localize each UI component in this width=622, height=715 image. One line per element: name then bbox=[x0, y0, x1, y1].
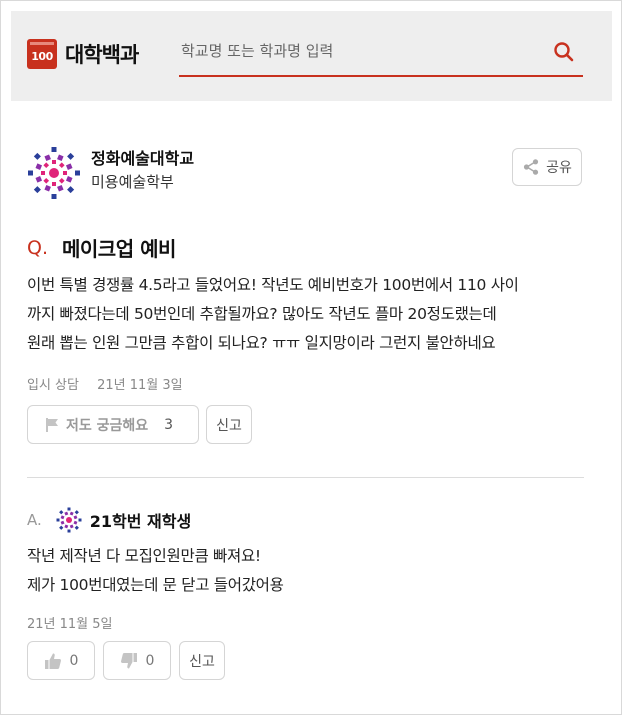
search-icon bbox=[554, 42, 574, 62]
answer-header: A. 21학번 재학생 bbox=[27, 507, 191, 533]
search-input[interactable] bbox=[179, 33, 521, 69]
share-label: 공유 bbox=[546, 160, 572, 176]
question-body-line: 까지 빠졌다는데 50번인데 추합될까요? 많아도 작년도 플마 20정도랬는데 bbox=[27, 305, 497, 323]
answer-body-line: 작년 제작년 다 모집인원만큼 빠져요! bbox=[27, 547, 261, 565]
question-category: 입시 상담 bbox=[27, 378, 79, 393]
search-bar bbox=[179, 33, 583, 77]
like-count: 0 bbox=[69, 652, 79, 669]
answer-mark-label: A. bbox=[27, 511, 42, 529]
answer-date: 21년 11월 5일 bbox=[27, 617, 113, 632]
answer-body-line: 제가 100번대였는데 문 닫고 들어갔어용 bbox=[27, 576, 284, 594]
school-department[interactable]: 미용예술학부 bbox=[91, 170, 194, 194]
report-question-button[interactable]: 신고 bbox=[206, 405, 252, 444]
question-title: 메이크업 예비 bbox=[62, 237, 176, 261]
question-meta: 입시 상담 21년 11월 3일 bbox=[27, 374, 183, 393]
question-mark-label: Q. bbox=[27, 236, 48, 259]
site-logo[interactable]: 100 대학백과 bbox=[27, 39, 139, 69]
flag-icon bbox=[46, 417, 58, 432]
thumbs-down-icon bbox=[120, 652, 137, 668]
report-answer-button[interactable]: 신고 bbox=[179, 641, 225, 680]
thumbs-up-icon bbox=[44, 653, 61, 669]
answerer-avatar-icon bbox=[56, 507, 82, 533]
me-too-curious-label: 저도 궁금해요 bbox=[66, 417, 149, 434]
header-bar: 100 대학백과 bbox=[11, 11, 612, 101]
dislike-count: 0 bbox=[145, 652, 155, 669]
answer-body: 작년 제작년 다 모집인원만큼 빠져요! 제가 100번대였는데 문 닫고 들어… bbox=[27, 542, 284, 600]
school-emblem-icon bbox=[28, 147, 80, 199]
page-frame: 100 대학백과 학교명 또는 학과명 입력 정화예술대학교 미용예술학부 공유… bbox=[0, 0, 622, 715]
question-body-line: 이번 특별 경쟁률 4.5라고 들었어요! 작년도 예비번호가 100번에서 1… bbox=[27, 276, 519, 294]
school-info: 정화예술대학교 미용예술학부 bbox=[27, 146, 194, 200]
me-too-curious-button[interactable]: 저도 궁금해요 3 bbox=[27, 405, 199, 444]
question-date: 21년 11월 3일 bbox=[97, 378, 183, 393]
share-button[interactable]: 공유 bbox=[512, 148, 582, 186]
logo-badge-icon: 100 bbox=[27, 39, 57, 69]
question-body-line: 원래 뽑는 인원 그만큼 추합이 되나요? ㅠㅠ 일지망이라 그런지 불안하네요 bbox=[27, 334, 496, 352]
section-divider bbox=[27, 477, 584, 478]
share-icon bbox=[524, 159, 539, 175]
like-button[interactable]: 0 bbox=[27, 641, 95, 680]
logo-badge-number: 100 bbox=[31, 50, 53, 63]
question-body: 이번 특별 경쟁률 4.5라고 들었어요! 작년도 예비번호가 100번에서 1… bbox=[27, 271, 592, 358]
me-too-curious-count: 3 bbox=[164, 416, 174, 433]
question-title-row: Q. 메이크업 예비 bbox=[27, 233, 176, 262]
answer-author: 21학번 재학생 bbox=[89, 512, 192, 531]
logo-text: 대학백과 bbox=[65, 43, 139, 67]
dislike-button[interactable]: 0 bbox=[103, 641, 171, 680]
search-button[interactable] bbox=[551, 39, 577, 65]
school-name[interactable]: 정화예술대학교 bbox=[91, 148, 194, 170]
